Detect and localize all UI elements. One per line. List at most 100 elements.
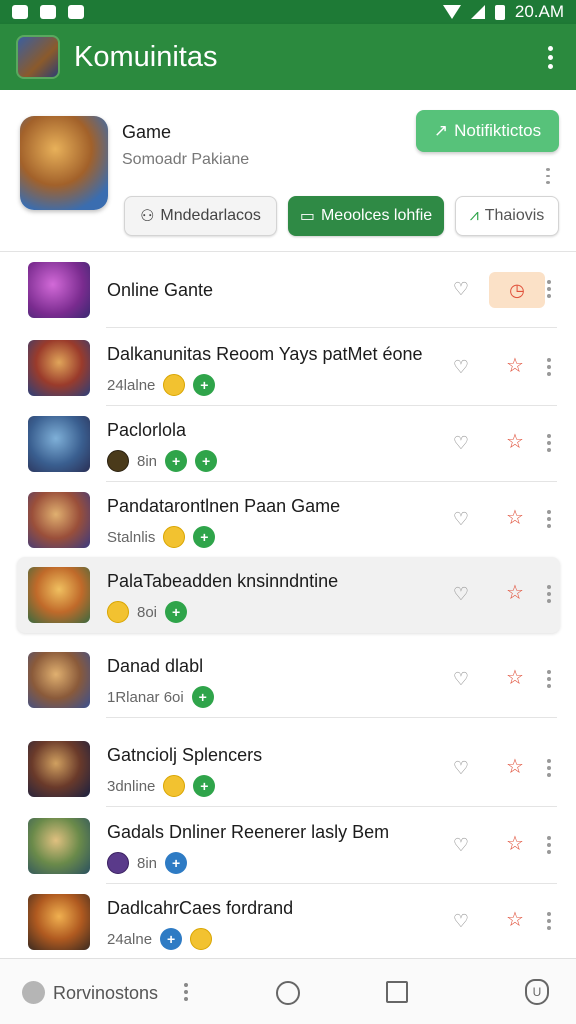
more-icon[interactable] — [546, 670, 552, 690]
filter-chip-stats[interactable]: ⩘ Thaiovis — [455, 196, 559, 236]
item-meta: 24alne + — [107, 928, 213, 950]
plus-badge-icon: + — [165, 601, 188, 623]
pin-icon: ↗ — [433, 121, 449, 140]
more-icon[interactable] — [546, 759, 552, 779]
list-item[interactable]: Danad dlabl 1Rlanar 6oi + ♡ ☆ — [24, 642, 557, 718]
plus-badge-icon: + — [195, 450, 218, 472]
divider — [106, 806, 557, 807]
item-meta: 8in + + — [107, 450, 218, 472]
item-meta-text: 8oi — [137, 603, 158, 621]
heart-icon[interactable]: ♡ — [452, 670, 470, 688]
chart-icon: ⩘ — [469, 207, 479, 224]
item-meta-text: Stalnlis — [107, 528, 156, 546]
item-title: Dalkanunitas Reoom Yays patMet éone — [107, 344, 423, 364]
avatar-icon — [107, 852, 129, 874]
game-thumbnail — [28, 340, 90, 396]
filter-chip-members[interactable]: ⚇ Mndedarlacos — [124, 196, 277, 236]
bottom-nav: Rorvinostons U — [0, 958, 576, 1024]
notifications-button[interactable]: ↗ Notifiktictos — [416, 110, 559, 152]
item-title: Gadals Dnliner Reenerer lasly Bem — [107, 822, 390, 842]
item-meta-text: 24alne — [107, 930, 153, 948]
item-meta-text: 3dnline — [107, 777, 156, 795]
chip-label: Meoolces lohfie — [320, 207, 433, 224]
star-icon[interactable]: ☆ — [505, 356, 525, 376]
item-meta: 1Rlanar 6oi + — [107, 686, 214, 708]
more-icon[interactable] — [546, 358, 552, 378]
emoji-icon — [163, 526, 186, 548]
heart-icon[interactable]: ♡ — [452, 280, 470, 298]
item-title: PalaTabeadden knsinndntine — [107, 571, 339, 591]
plus-badge-icon: + — [165, 450, 188, 472]
emoji-icon — [163, 775, 186, 797]
item-title: Online Gante — [107, 280, 214, 300]
item-meta: Stalnlis + — [107, 526, 216, 548]
star-icon[interactable]: ☆ — [505, 432, 525, 452]
notifications-label: Notifiktictos — [454, 121, 542, 140]
star-icon[interactable]: ☆ — [505, 910, 525, 930]
people-icon: ⚇ — [140, 208, 155, 225]
status-bar: 20.AM — [0, 0, 576, 24]
star-icon[interactable]: ☆ — [505, 834, 525, 854]
item-meta: 24lalne + — [107, 374, 216, 396]
game-thumbnail — [28, 416, 90, 472]
item-meta-text: 24lalne — [107, 376, 156, 394]
more-icon[interactable] — [546, 836, 552, 856]
more-icon[interactable] — [546, 280, 552, 300]
list-item[interactable]: Online Gante ♡ ◷ — [24, 252, 557, 328]
list-item[interactable]: Dalkanunitas Reoom Yays patMet éone 24la… — [24, 330, 557, 406]
screen-icon: ▭ — [299, 208, 315, 225]
item-title: Danad dlabl — [107, 656, 204, 676]
plus-badge-icon: + — [191, 686, 214, 708]
heart-icon[interactable]: ♡ — [452, 912, 470, 930]
list-item-selected[interactable]: PalaTabeadden knsinndntine 8oi + ♡ ☆ — [17, 557, 560, 633]
timer-button[interactable]: ◷ — [489, 272, 545, 308]
list-item[interactable]: Pandatarontlnen Paan Game Stalnlis + ♡ ☆ — [24, 482, 557, 558]
gallery-icon — [12, 5, 28, 19]
more-icon[interactable] — [546, 434, 552, 454]
message-icon — [68, 5, 84, 19]
item-meta: 8in + — [107, 852, 188, 874]
status-icons-right: 20.AM — [442, 2, 564, 22]
game-thumbnail — [28, 262, 90, 318]
heart-icon[interactable]: ♡ — [452, 585, 470, 603]
heart-icon[interactable]: ♡ — [452, 759, 470, 777]
list-item[interactable]: DadlcahrCaes fordrand 24alne + ♡ ☆ — [24, 884, 557, 960]
item-meta-text: 1Rlanar 6oi — [107, 688, 184, 706]
game-thumbnail — [28, 894, 90, 950]
divider — [106, 717, 557, 718]
heart-icon[interactable]: ♡ — [452, 836, 470, 854]
star-icon[interactable]: ☆ — [505, 583, 525, 603]
recents-icon[interactable] — [386, 981, 408, 1003]
list-item[interactable]: Gatnciolj Splencers 3dnline + ♡ ☆ — [24, 731, 557, 807]
heart-icon[interactable]: ♡ — [452, 434, 470, 452]
home-icon[interactable] — [276, 981, 300, 1005]
item-meta: 3dnline + — [107, 775, 216, 797]
avatar[interactable] — [22, 981, 45, 1004]
more-icon[interactable] — [546, 510, 552, 530]
app-logo — [16, 35, 60, 79]
star-icon[interactable]: ☆ — [505, 508, 525, 528]
more-icon[interactable] — [546, 585, 552, 605]
star-icon[interactable]: ☆ — [505, 757, 525, 777]
heart-icon[interactable]: ♡ — [452, 510, 470, 528]
game-header: Game Somoadr Pakiane ↗ Notifiktictos ⚇ M… — [0, 90, 576, 252]
header-more-icon[interactable] — [544, 168, 552, 185]
list-item[interactable]: Gadals Dnliner Reenerer lasly Bem 8in + … — [24, 808, 557, 884]
list-item[interactable]: Paclorlola 8in + + ♡ ☆ — [24, 406, 557, 482]
item-meta-text: 8in — [137, 452, 158, 470]
overflow-menu-icon[interactable] — [540, 42, 560, 72]
nav-more-icon[interactable] — [183, 983, 189, 1003]
game-thumbnail — [28, 567, 90, 623]
filter-chip-active[interactable]: ▭ Meoolces lohfie — [288, 196, 444, 236]
heart-icon[interactable]: ♡ — [452, 358, 470, 376]
item-meta-text: 8in — [137, 854, 158, 872]
game-thumbnail — [28, 741, 90, 797]
app-bar: Komuinitas — [0, 24, 576, 90]
nav-label[interactable]: Rorvinostons — [53, 983, 158, 1004]
emoji-icon — [107, 601, 129, 623]
star-icon[interactable]: ☆ — [505, 668, 525, 688]
game-artwork — [20, 116, 108, 210]
shield-icon[interactable]: U — [525, 979, 549, 1005]
more-icon[interactable] — [546, 912, 552, 932]
plus-badge-icon: + — [165, 852, 188, 874]
